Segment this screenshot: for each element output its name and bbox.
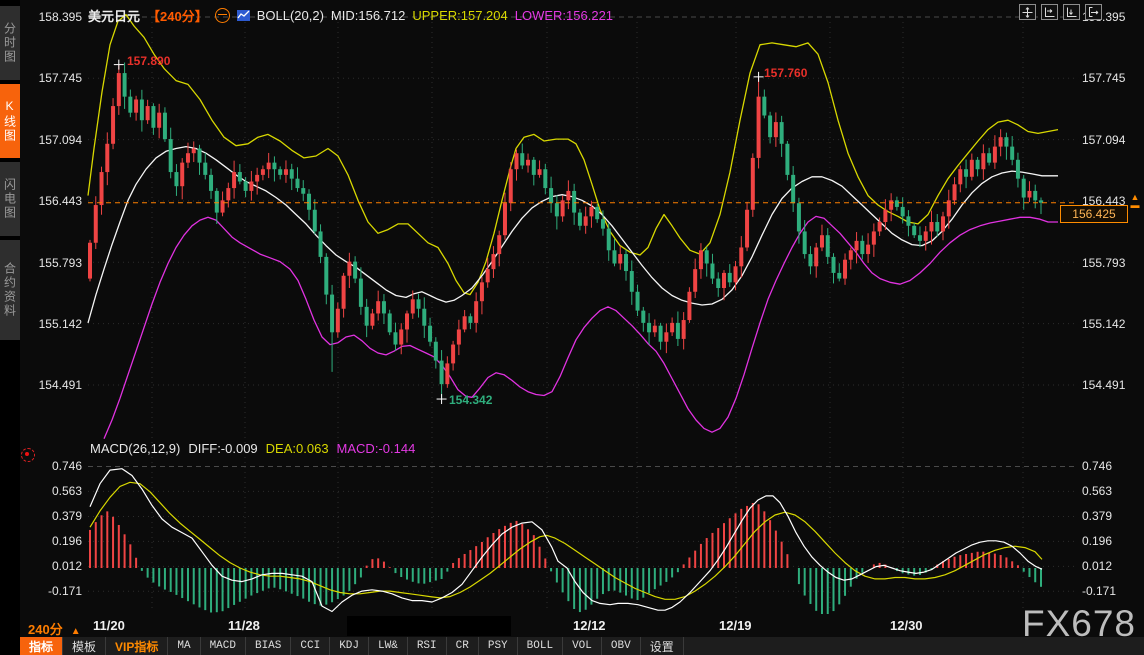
boll-mid-readout: MID:156.712 xyxy=(331,8,405,23)
macd-axis-label: 0.196 xyxy=(1082,534,1142,548)
toolbar-item-rsi[interactable]: RSI xyxy=(408,637,447,655)
toolbar-item-cci[interactable]: CCI xyxy=(291,637,330,655)
low-price-annotation: 154.342 xyxy=(449,393,492,407)
macd-header: MACD(26,12,9) DIFF:-0.009 DEA:0.063 MACD… xyxy=(90,441,415,456)
indicator-toolbar: 指标 模板 VIP指标 MA MACD BIAS CCI KDJ LW& RSI… xyxy=(20,637,1144,655)
sidebar-item-label: 闪电图 xyxy=(2,178,19,220)
pan-tool-icon[interactable] xyxy=(1019,4,1036,20)
redacted-date-label xyxy=(347,616,511,636)
sidebar-item-lightning-chart[interactable]: 闪电图 xyxy=(0,162,20,236)
toolbar-item-settings[interactable]: 设置 xyxy=(641,637,684,655)
boll-indicator-label: BOLL(20,2) xyxy=(257,8,324,23)
macd-axis-label: -0.171 xyxy=(22,584,82,598)
toolbar-item-boll[interactable]: BOLL xyxy=(518,637,563,655)
boll-upper-readout: UPPER:157.204 xyxy=(412,8,507,23)
price-axis-label: 158.395 xyxy=(22,10,82,24)
macd-axis-label: -0.171 xyxy=(1082,584,1142,598)
price-axis-label: 155.142 xyxy=(22,317,82,331)
toolbar-item-lw[interactable]: LW& xyxy=(369,637,408,655)
toolbar-item-template[interactable]: 模板 xyxy=(63,637,106,655)
sidebar-item-label: K线图 xyxy=(2,99,19,143)
date-axis-label: 12/30 xyxy=(890,618,923,633)
symbol-title: 美元日元 xyxy=(88,6,140,25)
toolbar-item-indicator[interactable]: 指标 xyxy=(20,637,63,655)
boll-lower-readout: LOWER:156.221 xyxy=(515,8,613,23)
macd-axis-label: 0.379 xyxy=(22,509,82,523)
timeframe-selector[interactable]: 240分 ▲ xyxy=(28,619,81,638)
price-axis-label: 157.745 xyxy=(22,71,82,85)
price-axis-label: 155.793 xyxy=(22,256,82,270)
macd-axis-label: 0.379 xyxy=(1082,509,1142,523)
toolbar-item-obv[interactable]: OBV xyxy=(602,637,641,655)
alert-arrow: ▲ xyxy=(1131,192,1140,202)
sidebar-item-timeline-chart[interactable]: 分时图 xyxy=(0,6,20,80)
fit-y-axis-icon[interactable] xyxy=(1063,4,1080,20)
last-price-box: 156.425 xyxy=(1060,205,1128,223)
sidebar-item-kline-chart[interactable]: K线图 xyxy=(0,84,20,158)
price-axis-label: 157.094 xyxy=(1082,133,1142,147)
macd-axis-label: 0.012 xyxy=(22,559,82,573)
date-axis-label: 11/28 xyxy=(228,618,260,633)
chart-type-icon xyxy=(237,9,250,22)
toolbar-item-ma[interactable]: MA xyxy=(168,637,200,655)
chart-canvas[interactable] xyxy=(0,0,1144,655)
toolbar-item-macd[interactable]: MACD xyxy=(201,637,246,655)
price-axis-label: 157.094 xyxy=(22,133,82,147)
toolbar-item-vol[interactable]: VOL xyxy=(563,637,602,655)
sidebar: 分时图 K线图 闪电图 合约资料 xyxy=(0,0,20,655)
price-axis-label: 156.443 xyxy=(22,194,82,208)
price-alert-icon[interactable]: ▲▬ xyxy=(1129,193,1141,209)
macd-axis-label: 0.563 xyxy=(22,484,82,498)
date-axis-label: 12/12 xyxy=(573,618,606,633)
macd-macd-readout: MACD:-0.144 xyxy=(337,441,416,456)
high-price-annotation: 157.760 xyxy=(764,66,807,80)
price-axis-label: 154.491 xyxy=(22,378,82,392)
toolbar-item-bias[interactable]: BIAS xyxy=(246,637,291,655)
toolbar-item-vip-indicator[interactable]: VIP指标 xyxy=(106,637,168,655)
toolbar-item-kdj[interactable]: KDJ xyxy=(330,637,369,655)
exit-chart-icon[interactable] xyxy=(1085,4,1102,20)
macd-axis-label: 0.746 xyxy=(1082,459,1142,473)
macd-axis-label: 0.012 xyxy=(1082,559,1142,573)
toolbar-item-cr[interactable]: CR xyxy=(447,637,479,655)
sidebar-item-contract-info[interactable]: 合约资料 xyxy=(0,240,20,340)
sidebar-item-label: 合约资料 xyxy=(2,262,19,318)
macd-axis-label: 0.563 xyxy=(1082,484,1142,498)
period-label: 【240分】 xyxy=(147,6,208,25)
date-axis-label: 12/19 xyxy=(719,618,752,633)
high-price-annotation: 157.890 xyxy=(127,54,170,68)
macd-diff-readout: DIFF:-0.009 xyxy=(188,441,257,456)
chart-application-window: { "header": { "symbol": "美元日元", "period"… xyxy=(0,0,1144,655)
collapse-indicator-icon[interactable] xyxy=(215,8,230,23)
price-axis-label: 154.491 xyxy=(1082,378,1142,392)
macd-axis-label: 0.196 xyxy=(22,534,82,548)
price-axis-label: 155.793 xyxy=(1082,256,1142,270)
price-axis-label: 155.142 xyxy=(1082,317,1142,331)
fit-x-axis-icon[interactable] xyxy=(1041,4,1058,20)
price-axis-label: 157.745 xyxy=(1082,71,1142,85)
date-axis-label: 11/20 xyxy=(93,618,125,633)
alarm-dot-icon xyxy=(21,448,35,462)
sidebar-item-label: 分时图 xyxy=(2,22,19,64)
timeframe-label: 240分 xyxy=(28,622,63,637)
macd-title: MACD(26,12,9) xyxy=(90,441,180,456)
toolbar-item-psy[interactable]: PSY xyxy=(479,637,518,655)
chart-tool-buttons xyxy=(1019,4,1102,20)
chart-header: 美元日元 【240分】 BOLL(20,2) MID:156.712 UPPER… xyxy=(88,6,613,24)
macd-dea-readout: DEA:0.063 xyxy=(266,441,329,456)
chevron-up-icon: ▲ xyxy=(71,626,81,637)
